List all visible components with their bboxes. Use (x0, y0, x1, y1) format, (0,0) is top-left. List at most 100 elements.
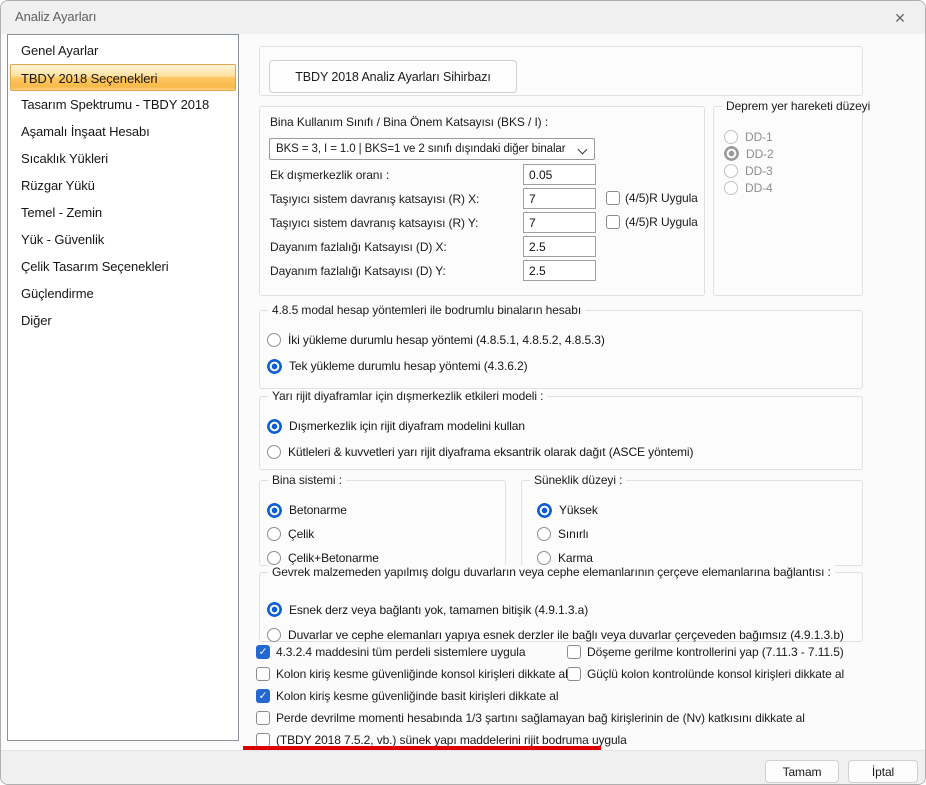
bks-label: Bina Kullanım Sınıfı / Bina Önem Katsayı… (270, 115, 549, 129)
sidebar-item-ruzgar-yuku[interactable]: Rüzgar Yükü (8, 172, 238, 199)
bks-combobox-value: BKS = 3, I = 1.0 | BKS=1 ve 2 sınıfı dış… (276, 143, 566, 155)
radio-option-dismerkezlik-icin-rijit-diyafram-modelin[interactable]: Dışmerkezlik için rijit diyafram modelin… (267, 413, 693, 439)
extra-option[interactable]: (4/5)R Uygula (606, 215, 698, 229)
radio-icon[interactable] (537, 502, 552, 518)
radio-icon[interactable] (267, 551, 281, 565)
radio-option-tek-yukleme-durumlu-hesap-yontemi-4-3-6-[interactable]: Tek yükleme durumlu hesap yöntemi (4.3.6… (267, 353, 605, 379)
checkbox-icon[interactable] (567, 645, 581, 659)
deprem-groupbox: Deprem yer hareketi düzeyi : DD-1 DD-2 DD-… (713, 99, 873, 296)
radio-icon[interactable] (537, 527, 551, 541)
checkbox-label: Kolon kiriş kesme güvenliğinde basit kir… (276, 689, 559, 703)
checkbox-icon[interactable]: ✓ (256, 645, 270, 659)
radio-label: Çelik (288, 527, 315, 541)
extra-option[interactable]: (4/5)R Uygula (606, 191, 698, 205)
tasiyici-sistem-davranis-katsayisi-r-x-input[interactable] (523, 188, 596, 209)
wizard-button[interactable]: TBDY 2018 Analiz Ayarları Sihirbazı (269, 60, 517, 93)
sidebar-item-diger[interactable]: Diğer (8, 307, 238, 334)
dayanim-fazlaligi-katsayisi-d-x-input[interactable] (523, 236, 596, 257)
radio-option-kutleleri-kuvvetleri-yari-rijit-diyafram[interactable]: Kütleleri & kuvvetleri yarı rijit diyafr… (267, 439, 693, 465)
ok-button[interactable]: Tamam (765, 760, 839, 783)
sidebar-item-tasarim-spektrumu-tbdy-2018[interactable]: Tasarım Spektrumu - TBDY 2018 (8, 91, 238, 118)
sidebar-item-yuk-guvenlik[interactable]: Yük - Güvenlik (8, 226, 238, 253)
radio-icon[interactable] (267, 627, 281, 642)
radio-option-celik[interactable]: Çelik (267, 522, 379, 546)
suneklik-groupbox: Süneklik düzeyi : Yüksek Sınırlı Karma (521, 473, 863, 566)
modal-hesap-options: İki yükleme durumlu hesap yöntemi (4.8.5… (267, 327, 605, 379)
radio-icon[interactable] (537, 551, 551, 565)
radio-icon (724, 163, 738, 178)
radio-icon[interactable] (267, 333, 281, 347)
diyafram-groupbox: Yarı rijit diyaframlar için dışmerkezlik… (259, 389, 863, 470)
checkbox-label: Döşeme gerilme kontrollerini yap (7.11.3… (587, 645, 844, 659)
title-bar: Analiz Ayarları ✕ (1, 1, 925, 34)
radio-label: DD-4 (745, 180, 773, 195)
radio-icon (724, 146, 739, 161)
radio-option-iki-yukleme-durumlu-hesap-yontemi-4-8-5-[interactable]: İki yükleme durumlu hesap yöntemi (4.8.5… (267, 327, 605, 353)
radio-label: Çelik+Betonarme (288, 551, 379, 565)
radio-option-dd-3: DD-3 (724, 162, 774, 179)
radio-label: Sınırlı (558, 527, 589, 541)
radio-label: Tek yükleme durumlu hesap yöntemi (4.3.6… (289, 359, 528, 373)
radio-label: İki yükleme durumlu hesap yöntemi (4.8.5… (288, 333, 605, 347)
radio-label: Duvarlar ve cephe elemanları yapıya esne… (288, 627, 844, 642)
radio-icon[interactable] (267, 527, 281, 541)
radio-label: Kütleleri & kuvvetleri yarı rijit diyafr… (288, 445, 694, 459)
diyafram-options: Dışmerkezlik için rijit diyafram modelin… (267, 413, 693, 465)
radio-icon (724, 180, 738, 195)
checkbox-icon[interactable] (606, 215, 620, 229)
radio-option-dd-1: DD-1 (724, 128, 774, 145)
radio-option-esnek-derz-veya-baglanti-yok-tamamen-bit[interactable]: Esnek derz veya bağlantı yok, tamamen bi… (267, 597, 844, 622)
sidebar-item-tbdy-2018-secenekleri[interactable]: TBDY 2018 Seçenekleri (10, 64, 236, 91)
checkbox-perde-devrilme-momenti-hesabinda-1-3-sar[interactable]: Perde devrilme momenti hesabında 1/3 şar… (256, 707, 805, 729)
radio-option-dd-4: DD-4 (724, 179, 774, 196)
modal-hesap-groupbox: 4.8.5 modal hesap yöntemleri ile bodruml… (259, 303, 863, 389)
checkbox-label: Perde devrilme momenti hesabında 1/3 şar… (276, 711, 805, 725)
ek-dismerkezlik-orani-input[interactable] (523, 164, 596, 185)
radio-icon[interactable] (267, 358, 282, 374)
analysis-settings-dialog: Analiz Ayarları ✕ Genel Ayarlar TBDY 2018… (0, 0, 926, 785)
checkbox-doseme-gerilme-kontrollerini-yap-7-11-3-[interactable]: Döşeme gerilme kontrollerini yap (7.11.3… (567, 641, 844, 663)
sidebar-item-asamali-insaat-hesabi[interactable]: Aşamalı İnşaat Hesabı (8, 118, 238, 145)
radio-icon[interactable] (267, 445, 281, 459)
suneklik-group-title: Süneklik düzeyi : (530, 473, 627, 487)
radio-icon[interactable] (267, 418, 282, 434)
radio-option-sinirli[interactable]: Sınırlı (537, 522, 598, 546)
checkbox-guclu-kolon-kontrolunde-konsol-kirisleri[interactable]: Güçlü kolon kontrolünde konsol kirişleri… (567, 663, 844, 685)
bks-groupbox: Bina Kullanım Sınıfı / Bina Önem Katsayı… (259, 106, 705, 296)
field-label: Dayanım fazlalığı Katsayısı (D) Y: (270, 264, 446, 278)
sidebar-item-sicaklik-yukleri[interactable]: Sıcaklık Yükleri (8, 145, 238, 172)
sidebar-item-genel-ayarlar[interactable]: Genel Ayarlar (8, 37, 238, 64)
radio-label: Dışmerkezlik için rijit diyafram modelin… (289, 419, 525, 433)
dayanim-fazlaligi-katsayisi-d-y-input[interactable] (523, 260, 596, 281)
modal-hesap-group-title: 4.8.5 modal hesap yöntemleri ile bodruml… (268, 303, 586, 317)
bks-combobox[interactable]: BKS = 3, I = 1.0 | BKS=1 ve 2 sınıfı dış… (269, 138, 595, 160)
tasiyici-sistem-davranis-katsayisi-r-y-input[interactable] (523, 212, 596, 233)
bina-sistemi-group-title: Bina sistemi : (268, 473, 346, 487)
checkbox-icon[interactable] (606, 191, 620, 205)
cancel-button[interactable]: İptal (848, 760, 918, 783)
sidebar-item-celik-tasarim-secenekleri[interactable]: Çelik Tasarım Seçenekleri (8, 253, 238, 280)
checkbox-kolon-kiris-kesme-guvenliginde-basit-kir[interactable]: ✓ Kolon kiriş kesme güvenliğinde basit ki… (256, 685, 805, 707)
wizard-groupbox: TBDY 2018 Analiz Ayarları Sihirbazı (259, 46, 863, 96)
checkbox-icon[interactable] (256, 711, 270, 725)
field-label: Taşıyıcı sistem davranış katsayısı (R) Y… (270, 216, 479, 230)
gevrek-options: Esnek derz veya bağlantı yok, tamamen bi… (267, 597, 844, 647)
radio-icon[interactable] (267, 502, 282, 518)
radio-option-betonarme[interactable]: Betonarme (267, 498, 379, 522)
checkbox-icon[interactable]: ✓ (256, 689, 270, 703)
radio-icon (724, 129, 738, 144)
radio-option-yuksek[interactable]: Yüksek (537, 498, 598, 522)
diyafram-group-title: Yarı rijit diyaframlar için dışmerkezlik… (268, 389, 548, 403)
checkbox-icon[interactable] (567, 667, 581, 681)
sidebar-item-temel-zemin[interactable]: Temel - Zemin (8, 199, 238, 226)
deprem-group-title: Deprem yer hareketi düzeyi : (722, 99, 873, 113)
close-icon[interactable]: ✕ (890, 8, 910, 28)
form-row-ek-dismerkezlik-orani: Ek dışmerkezlik oranı : (260, 164, 704, 186)
radio-icon[interactable] (267, 602, 282, 617)
checkbox-label: (4/5)R Uygula (625, 215, 698, 229)
sidebar-item-guclendirme[interactable]: Güçlendirme (8, 280, 238, 307)
form-row-dayanim-fazlaligi-katsayisi-d-x: Dayanım fazlalığı Katsayısı (D) X: (260, 236, 704, 258)
checkbox-icon[interactable] (256, 667, 270, 681)
checkbox-icon[interactable] (256, 733, 270, 747)
radio-label: DD-1 (745, 129, 773, 144)
